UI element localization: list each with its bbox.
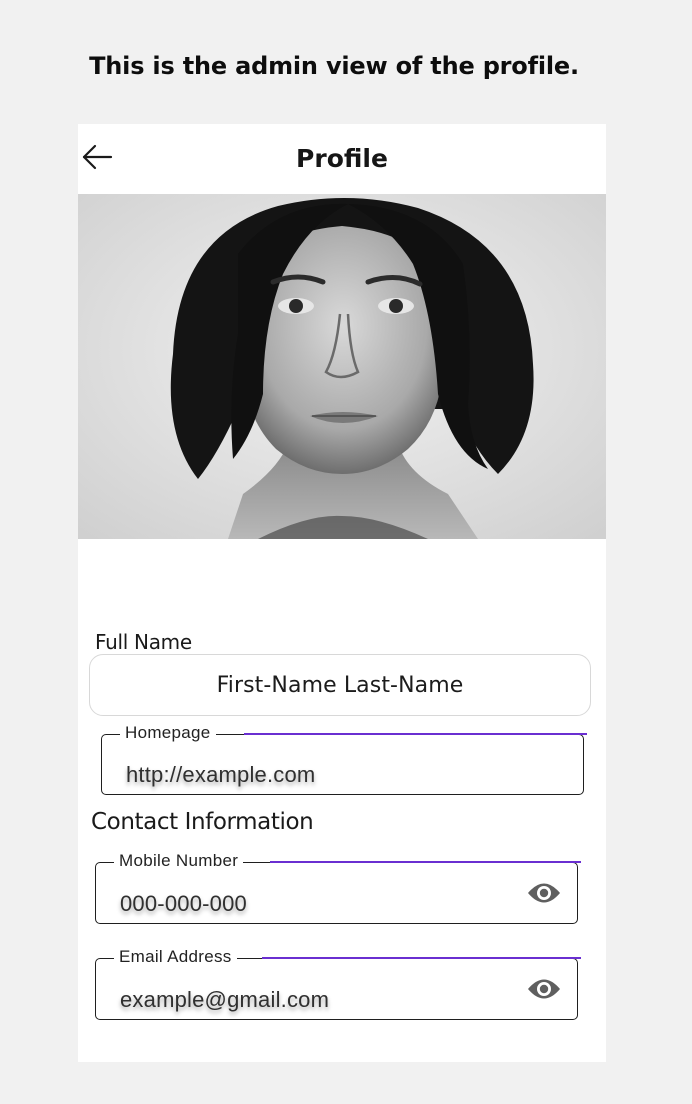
contact-information-heading: Contact Information	[91, 809, 314, 835]
profile-photo	[78, 194, 606, 539]
page-title: Profile	[296, 144, 388, 173]
email-address-label: Email Address	[114, 947, 237, 967]
email-address-value: example@gmail.com	[120, 987, 330, 1012]
app-bar: Profile	[78, 124, 606, 194]
mobile-number-value: 000-000-000	[120, 891, 247, 916]
mobile-visibility-toggle[interactable]	[527, 880, 561, 906]
profile-card: Profile Full Name First-Name Last-Name H…	[78, 124, 606, 1062]
homepage-value: http://example.com	[126, 762, 316, 787]
full-name-value: First-Name Last-Name	[216, 673, 464, 698]
email-visibility-toggle[interactable]	[527, 976, 561, 1002]
mobile-number-accent-line	[270, 861, 581, 863]
full-name-label: Full Name	[95, 630, 192, 654]
page-caption: This is the admin view of the profile.	[89, 52, 579, 80]
mobile-number-label: Mobile Number	[114, 851, 244, 871]
email-address-accent-line	[262, 957, 581, 959]
full-name-field[interactable]: First-Name Last-Name	[89, 654, 591, 716]
homepage-field[interactable]: Homepage http://example.com	[101, 723, 587, 795]
homepage-label: Homepage	[120, 723, 216, 743]
eye-icon	[528, 979, 560, 999]
eye-icon	[528, 883, 560, 903]
mobile-number-field[interactable]: Mobile Number 000-000-000	[95, 851, 581, 924]
homepage-accent-line	[244, 733, 587, 735]
email-address-field[interactable]: Email Address example@gmail.com	[95, 947, 581, 1020]
